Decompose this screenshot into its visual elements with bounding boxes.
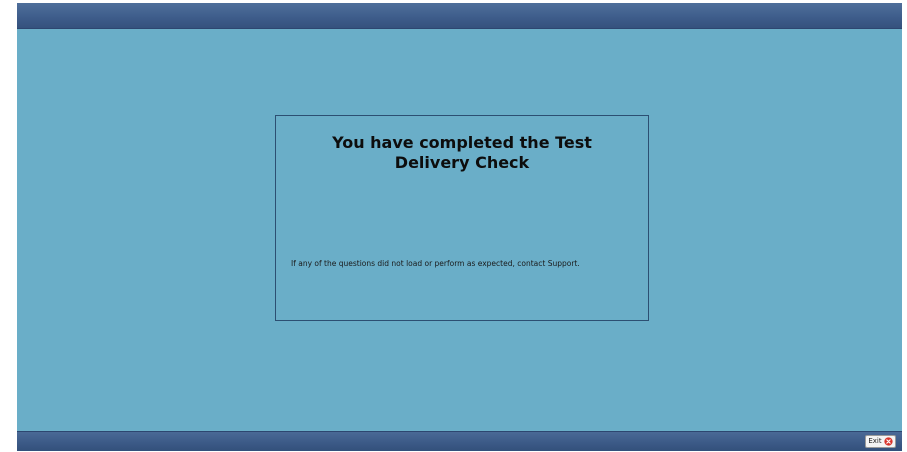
support-message: If any of the questions did not load or … [291, 259, 580, 268]
bottom-bar: Exit [17, 431, 902, 451]
exit-label: Exit [868, 437, 882, 445]
completion-title: You have completed the Test Delivery Che… [332, 133, 592, 172]
completion-dialog: You have completed the Test Delivery Che… [275, 115, 649, 321]
exit-button[interactable]: Exit [865, 435, 896, 448]
app-window: You have completed the Test Delivery Che… [17, 3, 902, 451]
top-bar [17, 3, 902, 29]
close-circle-icon [883, 437, 893, 446]
